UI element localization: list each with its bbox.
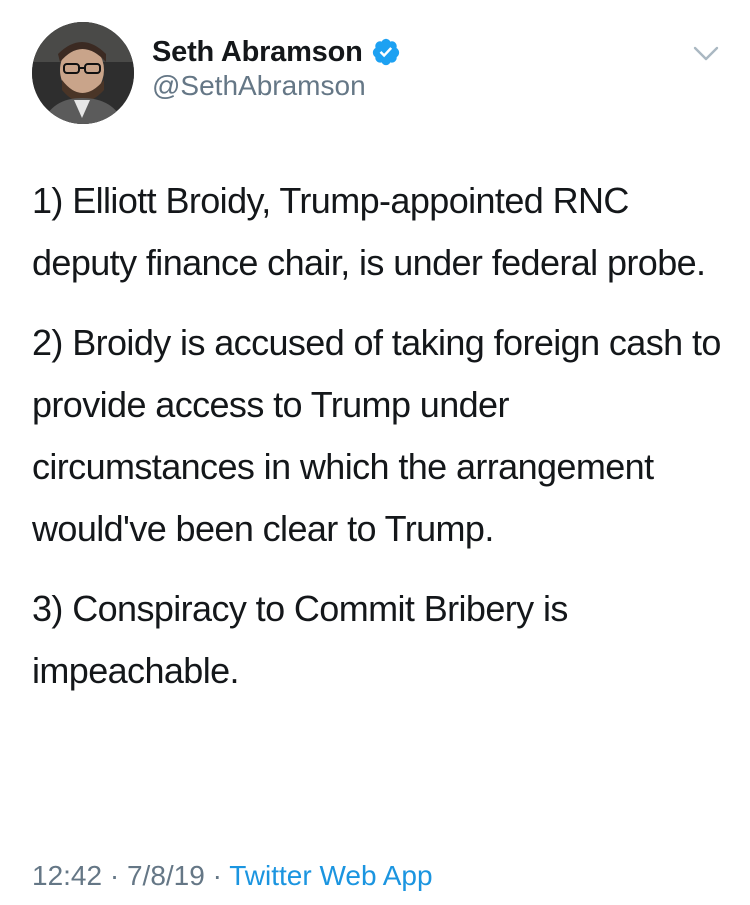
tweet-paragraph-3: 3) Conspiracy to Commit Bribery is impea… <box>32 588 568 691</box>
tweet-text: 1) Elliott Broidy, Trump-appointed RNC d… <box>32 170 732 720</box>
verified-badge-icon <box>371 37 401 67</box>
meta-separator: · <box>204 860 230 891</box>
tweet-card: Seth Abramson @SethAbramson 1) Elliott B… <box>0 0 750 905</box>
author-name-row[interactable]: Seth Abramson <box>152 34 401 70</box>
tweet-date[interactable]: 7/8/19 <box>127 860 205 891</box>
display-name[interactable]: Seth Abramson <box>152 36 363 69</box>
chevron-down-icon[interactable] <box>693 46 719 62</box>
tweet-source-link[interactable]: Twitter Web App <box>229 860 432 891</box>
tweet-time[interactable]: 12:42 <box>32 860 102 891</box>
profile-photo <box>32 22 134 124</box>
tweet-paragraph-1: 1) Elliott Broidy, Trump-appointed RNC d… <box>32 180 706 283</box>
avatar[interactable] <box>32 22 134 124</box>
author-handle[interactable]: @SethAbramson <box>152 70 366 102</box>
meta-separator: · <box>102 860 127 891</box>
tweet-meta: 12:42 · 7/8/19 · Twitter Web App <box>32 860 433 892</box>
tweet-paragraph-2: 2) Broidy is accused of taking foreign c… <box>32 322 721 549</box>
